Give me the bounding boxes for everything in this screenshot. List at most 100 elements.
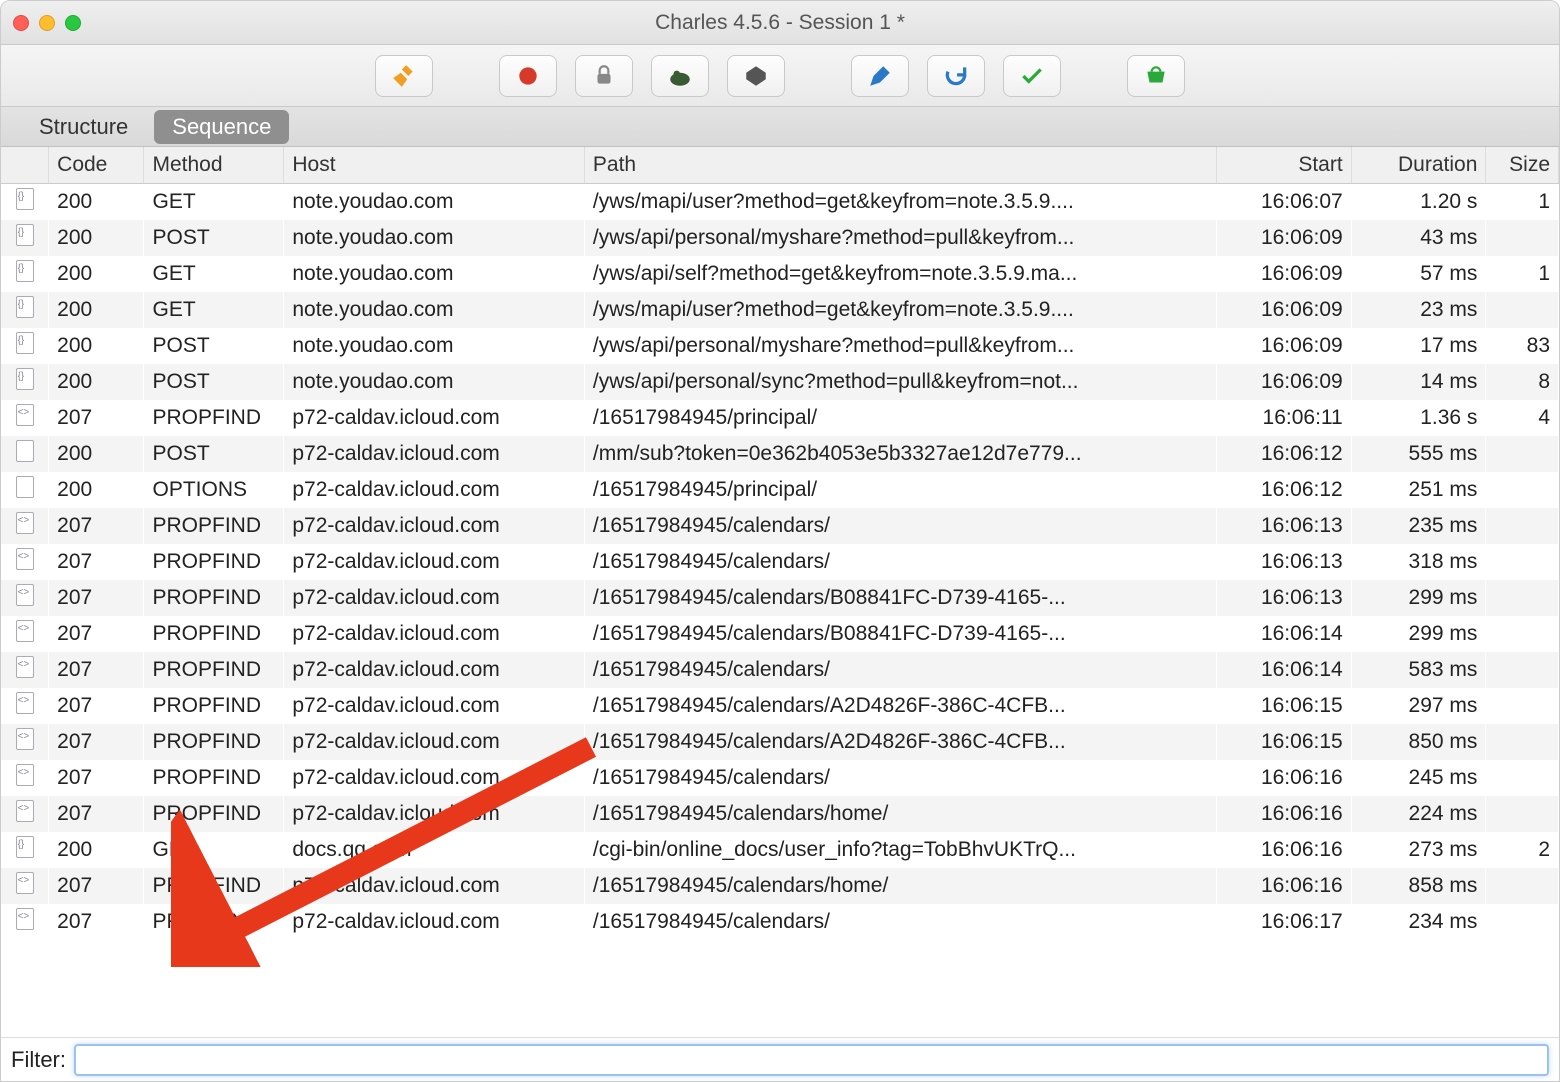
- tab-sequence[interactable]: Sequence: [154, 110, 289, 144]
- ssl-button[interactable]: [575, 55, 633, 97]
- window-title: Charles 4.5.6 - Session 1 *: [655, 11, 905, 35]
- cell-path: /16517984945/calendars/: [584, 544, 1216, 580]
- table-row[interactable]: 207PROPFINDp72-caldav.icloud.com/1651798…: [1, 580, 1559, 616]
- table-row[interactable]: 207PROPFINDp72-caldav.icloud.com/1651798…: [1, 400, 1559, 436]
- cell-host: docs.qq.com: [284, 832, 585, 868]
- table-row[interactable]: 207PROPFINDp72-caldav.icloud.com/1651798…: [1, 760, 1559, 796]
- table-row[interactable]: 207PROPFINDp72-caldav.icloud.com/1651798…: [1, 688, 1559, 724]
- row-type-icon: [1, 184, 49, 221]
- col-start[interactable]: Start: [1217, 147, 1352, 184]
- cell-duration: 1.36 s: [1351, 400, 1486, 436]
- cell-method: PROPFIND: [144, 544, 284, 580]
- col-duration[interactable]: Duration: [1351, 147, 1486, 184]
- cell-start: 16:06:16: [1217, 796, 1352, 832]
- request-table[interactable]: Code Method Host Path Start Duration Siz…: [1, 147, 1559, 940]
- table-row[interactable]: 200GETdocs.qq.com/cgi-bin/online_docs/us…: [1, 832, 1559, 868]
- cell-host: p72-caldav.icloud.com: [284, 652, 585, 688]
- cell-size: [1486, 580, 1559, 616]
- record-button[interactable]: [499, 55, 557, 97]
- cell-method: POST: [144, 328, 284, 364]
- validate-button[interactable]: [1003, 55, 1061, 97]
- cell-code: 200: [49, 472, 144, 508]
- cell-path: /yws/api/personal/sync?method=pull&keyfr…: [584, 364, 1216, 400]
- table-row[interactable]: 207PROPFINDp72-caldav.icloud.com/1651798…: [1, 508, 1559, 544]
- table-row[interactable]: 207PROPFINDp72-caldav.icloud.com/1651798…: [1, 796, 1559, 832]
- close-window-button[interactable]: [13, 15, 29, 31]
- cell-duration: 235 ms: [1351, 508, 1486, 544]
- col-code[interactable]: Code: [49, 147, 144, 184]
- table-row[interactable]: 200OPTIONSp72-caldav.icloud.com/16517984…: [1, 472, 1559, 508]
- table-row[interactable]: 200GETnote.youdao.com/yws/api/self?metho…: [1, 256, 1559, 292]
- cell-code: 200: [49, 220, 144, 256]
- repeat-button[interactable]: [927, 55, 985, 97]
- col-host[interactable]: Host: [284, 147, 585, 184]
- cell-start: 16:06:15: [1217, 688, 1352, 724]
- cell-method: PROPFIND: [144, 868, 284, 904]
- cell-duration: 273 ms: [1351, 832, 1486, 868]
- cell-size: 8: [1486, 364, 1559, 400]
- cell-duration: 17 ms: [1351, 328, 1486, 364]
- cell-path: /yws/mapi/user?method=get&keyfrom=note.3…: [584, 184, 1216, 221]
- table-row[interactable]: 207PROPFINDp72-caldav.icloud.com/1651798…: [1, 724, 1559, 760]
- cell-host: p72-caldav.icloud.com: [284, 760, 585, 796]
- table-row[interactable]: 200POSTnote.youdao.com/yws/api/personal/…: [1, 220, 1559, 256]
- tab-structure[interactable]: Structure: [21, 110, 146, 144]
- table-row[interactable]: 200POSTnote.youdao.com/yws/api/personal/…: [1, 328, 1559, 364]
- cell-start: 16:06:12: [1217, 436, 1352, 472]
- cell-code: 207: [49, 580, 144, 616]
- cell-host: note.youdao.com: [284, 328, 585, 364]
- table-row[interactable]: 200POSTnote.youdao.com/yws/api/personal/…: [1, 364, 1559, 400]
- cell-duration: 297 ms: [1351, 688, 1486, 724]
- toolbar: [1, 45, 1559, 107]
- table-row[interactable]: 207PROPFINDp72-caldav.icloud.com/1651798…: [1, 904, 1559, 940]
- tools-button[interactable]: [1127, 55, 1185, 97]
- cell-method: PROPFIND: [144, 652, 284, 688]
- col-path[interactable]: Path: [584, 147, 1216, 184]
- compose-button[interactable]: [851, 55, 909, 97]
- window-controls: [13, 15, 81, 31]
- throttle-button[interactable]: [651, 55, 709, 97]
- cell-method: OPTIONS: [144, 472, 284, 508]
- cell-path: /yws/api/personal/myshare?method=pull&ke…: [584, 220, 1216, 256]
- cell-method: PROPFIND: [144, 400, 284, 436]
- cell-start: 16:06:16: [1217, 868, 1352, 904]
- cell-duration: 234 ms: [1351, 904, 1486, 940]
- col-icon[interactable]: [1, 147, 49, 184]
- col-size[interactable]: Size: [1486, 147, 1559, 184]
- cell-path: /16517984945/calendars/: [584, 508, 1216, 544]
- cell-path: /yws/mapi/user?method=get&keyfrom=note.3…: [584, 292, 1216, 328]
- cell-code: 207: [49, 724, 144, 760]
- breakpoint-button[interactable]: [727, 55, 785, 97]
- cell-duration: 1.20 s: [1351, 184, 1486, 221]
- cell-start: 16:06:11: [1217, 400, 1352, 436]
- table-row[interactable]: 207PROPFINDp72-caldav.icloud.com/1651798…: [1, 652, 1559, 688]
- table-header-row[interactable]: Code Method Host Path Start Duration Siz…: [1, 147, 1559, 184]
- table-row[interactable]: 200GETnote.youdao.com/yws/mapi/user?meth…: [1, 292, 1559, 328]
- cell-path: /16517984945/calendars/home/: [584, 796, 1216, 832]
- table-row[interactable]: 207PROPFINDp72-caldav.icloud.com/1651798…: [1, 544, 1559, 580]
- cell-duration: 14 ms: [1351, 364, 1486, 400]
- cell-method: PROPFIND: [144, 724, 284, 760]
- row-type-icon: [1, 796, 49, 832]
- broom-button[interactable]: [375, 55, 433, 97]
- cell-start: 16:06:17: [1217, 904, 1352, 940]
- minimize-window-button[interactable]: [39, 15, 55, 31]
- cell-code: 200: [49, 184, 144, 221]
- table-row[interactable]: 207PROPFINDp72-caldav.icloud.com/1651798…: [1, 616, 1559, 652]
- filter-bar: Filter:: [1, 1037, 1559, 1081]
- table-row[interactable]: 200GETnote.youdao.com/yws/mapi/user?meth…: [1, 184, 1559, 221]
- table-row[interactable]: 207PROPFINDp72-caldav.icloud.com/1651798…: [1, 868, 1559, 904]
- app-window: Charles 4.5.6 - Session 1 *: [0, 0, 1560, 1082]
- cell-duration: 850 ms: [1351, 724, 1486, 760]
- cell-size: [1486, 904, 1559, 940]
- table-row[interactable]: 200POSTp72-caldav.icloud.com/mm/sub?toke…: [1, 436, 1559, 472]
- filter-input[interactable]: [74, 1044, 1549, 1076]
- cell-host: p72-caldav.icloud.com: [284, 400, 585, 436]
- col-method[interactable]: Method: [144, 147, 284, 184]
- cell-host: note.youdao.com: [284, 220, 585, 256]
- cell-start: 16:06:16: [1217, 832, 1352, 868]
- cell-path: /cgi-bin/online_docs/user_info?tag=TobBh…: [584, 832, 1216, 868]
- view-tabs: Structure Sequence: [1, 107, 1559, 147]
- cell-path: /16517984945/calendars/: [584, 652, 1216, 688]
- zoom-window-button[interactable]: [65, 15, 81, 31]
